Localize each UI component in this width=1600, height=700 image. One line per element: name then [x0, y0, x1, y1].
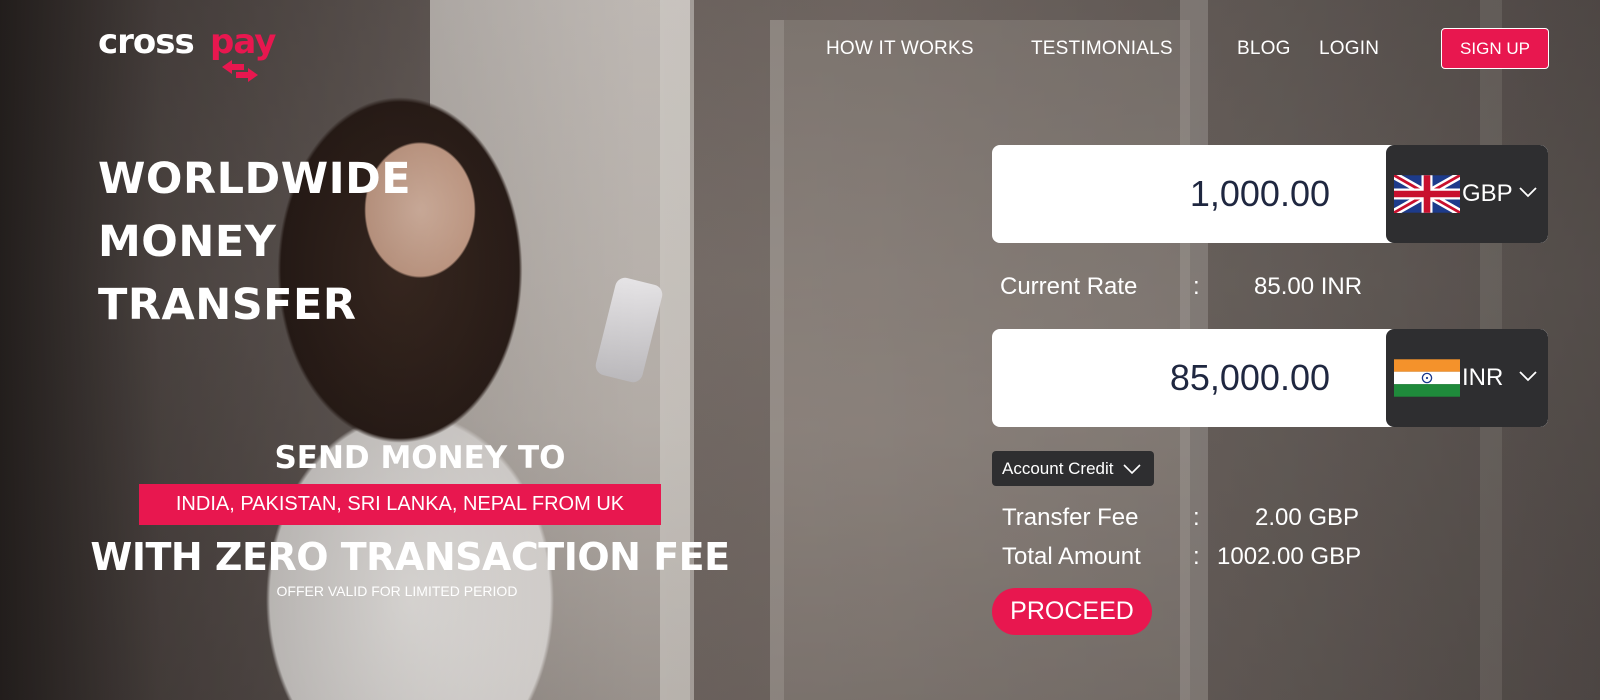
receive-currency-select[interactable]: INR: [1386, 329, 1548, 427]
current-rate-label: Current Rate: [1000, 273, 1138, 300]
hero-title: WORLDWIDE MONEY TRANSFER: [98, 148, 498, 337]
receive-amount-input[interactable]: [992, 329, 1330, 427]
india-flag-icon: [1394, 359, 1460, 397]
promo-send-text: SEND MONEY TO: [274, 440, 566, 476]
send-amount-input[interactable]: [992, 145, 1330, 243]
total-amount-row: Total Amount : 1002.00 GBP: [1002, 543, 1402, 573]
sign-up-button[interactable]: SIGN UP: [1441, 28, 1549, 69]
nav-link-testimonials[interactable]: TESTIMONIALS: [1031, 38, 1173, 60]
send-currency-code: GBP: [1462, 180, 1513, 207]
transfer-fee-value: 2.00 GBP: [1255, 504, 1360, 531]
current-rate-value: 85.00 INR: [1254, 273, 1363, 300]
promo-zero-fee-text: WITH ZERO TRANSACTION FEE: [90, 535, 730, 579]
transfer-fee-row: Transfer Fee : 2.00 GBP: [1002, 504, 1402, 534]
receive-amount-box: INR: [992, 329, 1548, 427]
promo-countries-banner: INDIA, PAKISTAN, SRI LANKA, NEPAL FROM U…: [139, 484, 661, 525]
total-amount-value: 1002.00 GBP: [1217, 543, 1362, 570]
send-currency-select[interactable]: GBP: [1386, 145, 1548, 243]
nav-link-login[interactable]: LOGIN: [1319, 38, 1379, 60]
hero-title-line: TRANSFER: [98, 280, 357, 330]
total-amount-separator: :: [1193, 543, 1200, 570]
proceed-button[interactable]: PROCEED: [992, 588, 1152, 635]
main-navigation: HOW IT WORKS TESTIMONIALS BLOG LOGIN: [0, 38, 1600, 62]
current-rate-row: Current Rate : 85.00 INR: [1000, 273, 1400, 303]
nav-link-how-it-works[interactable]: HOW IT WORKS: [826, 38, 974, 60]
hero-title-line: WORLDWIDE: [98, 154, 412, 204]
receive-currency-code: INR: [1462, 364, 1504, 391]
total-amount-label: Total Amount: [1002, 543, 1141, 570]
promo-offer-text: OFFER VALID FOR LIMITED PERIOD: [276, 583, 518, 599]
current-rate-separator: :: [1193, 273, 1200, 300]
nav-link-blog[interactable]: BLOG: [1237, 38, 1291, 60]
transfer-fee-label: Transfer Fee: [1002, 504, 1139, 531]
hero-title-line: MONEY: [98, 217, 277, 267]
payment-method-value: Account Credit: [1002, 459, 1114, 478]
payment-method-select[interactable]: Account Credit: [992, 451, 1154, 486]
send-amount-box: GBP: [992, 145, 1548, 243]
uk-flag-icon: [1394, 175, 1460, 213]
chevron-down-icon: [1519, 187, 1537, 198]
chevron-down-icon: [1123, 464, 1141, 475]
transfer-fee-separator: :: [1193, 504, 1200, 531]
chevron-down-icon: [1519, 371, 1537, 382]
promo-block: SEND MONEY TO INDIA, PAKISTAN, SRI LANKA…: [90, 440, 760, 599]
